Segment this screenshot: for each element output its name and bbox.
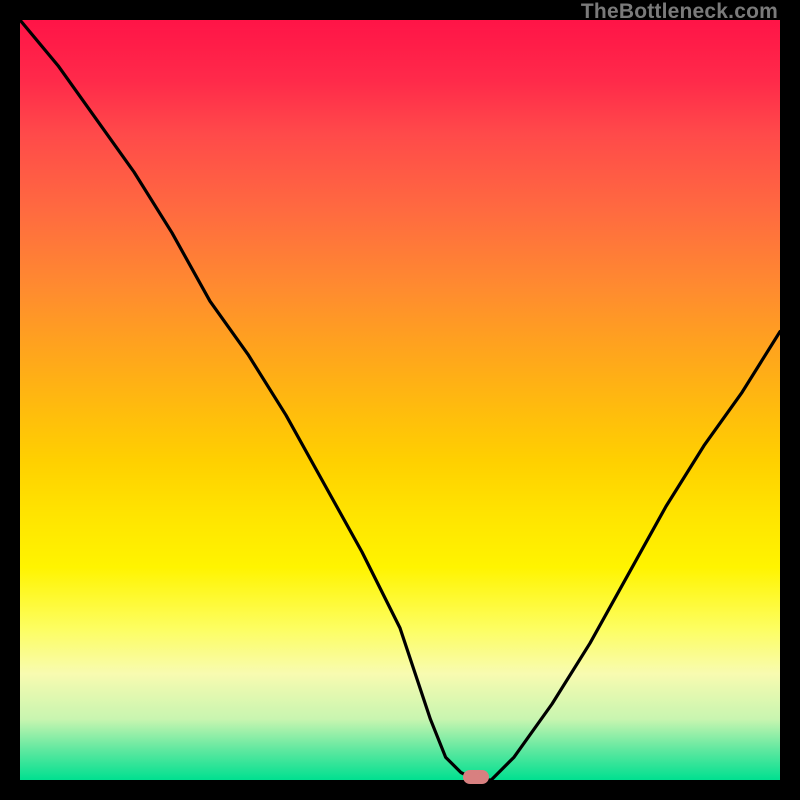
plot-area: [20, 20, 780, 780]
optimal-marker: [463, 770, 489, 784]
bottleneck-curve: [20, 20, 780, 780]
chart-container: TheBottleneck.com: [0, 0, 800, 800]
